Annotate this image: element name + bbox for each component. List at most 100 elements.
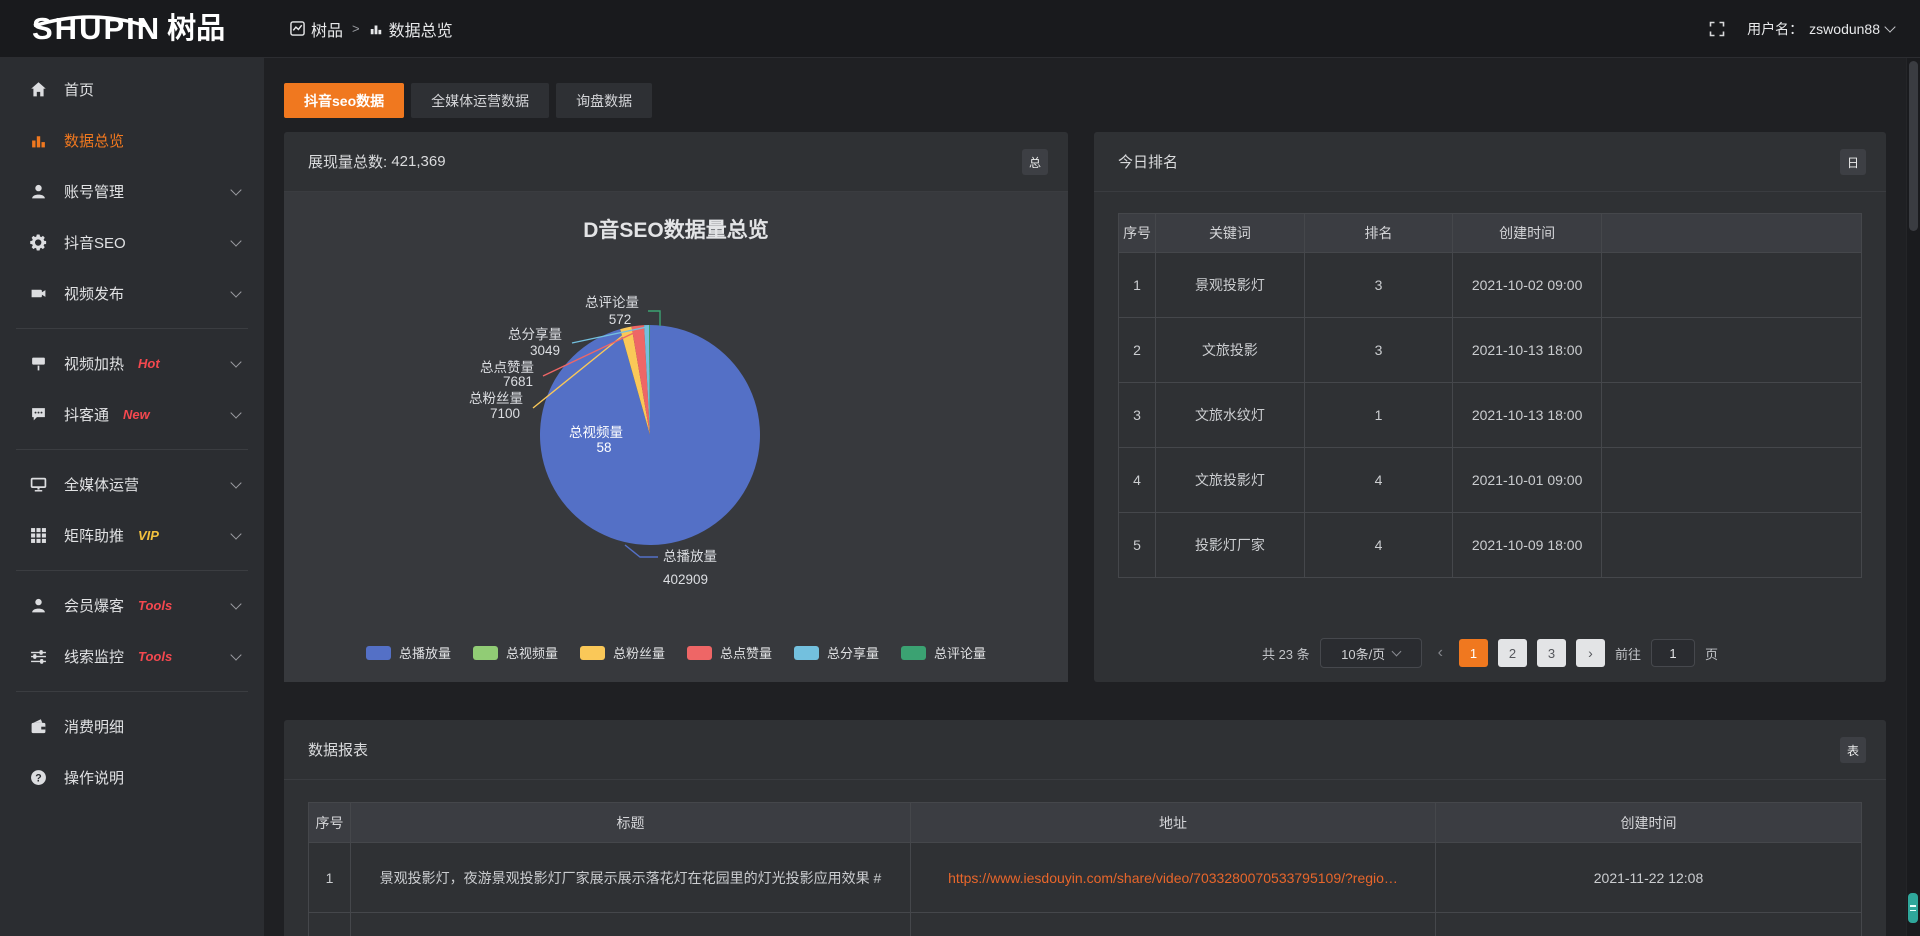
tab-抖音seo数据[interactable]: 抖音seo数据 xyxy=(284,83,404,118)
sidebar-item-badge: Tools xyxy=(138,649,172,664)
breadcrumb-label: 树品 xyxy=(311,17,343,41)
grid-icon xyxy=(30,527,48,545)
sidebar-item-视频加热[interactable]: 视频加热Hot xyxy=(0,338,264,389)
chevron-down-icon xyxy=(230,649,241,660)
question-icon: ? xyxy=(30,769,48,787)
ranking-cell-empty xyxy=(1601,513,1861,578)
goto-suffix-label: 页 xyxy=(1705,644,1718,663)
report-column-标题: 标题 xyxy=(351,803,911,843)
report-cell-empty xyxy=(309,913,351,936)
sidebar-item-label: 矩阵助推 xyxy=(64,525,124,546)
chevron-down-icon xyxy=(230,184,241,195)
legend-item-总播放量[interactable]: 总播放量 xyxy=(366,643,451,662)
page-size-select[interactable]: 10条/页 xyxy=(1320,638,1422,668)
sidebar-item-视频发布[interactable]: 视频发布 xyxy=(0,268,264,319)
chat-icon xyxy=(30,406,48,424)
scrollbar-thumb[interactable] xyxy=(1909,61,1918,231)
sidebar-item-操作说明[interactable]: ? 操作说明 xyxy=(0,752,264,803)
legend-item-总视频量[interactable]: 总视频量 xyxy=(473,643,558,662)
ranking-panel: 今日排名 日 序号关键词排名创建时间1景观投影灯32021-10-02 09:0… xyxy=(1094,132,1886,682)
video-link[interactable]: https://www.iesdouyin.com/share/video/70… xyxy=(948,870,1398,886)
legend-item-总评论量[interactable]: 总评论量 xyxy=(901,643,986,662)
svg-text:?: ? xyxy=(35,772,41,784)
sidebar-item-badge: New xyxy=(123,407,150,422)
goto-label: 前往 xyxy=(1615,644,1641,663)
bar-chart-icon xyxy=(369,22,383,36)
report-cell-empty xyxy=(911,913,1436,936)
ranking-panel-header: 今日排名 日 xyxy=(1094,132,1886,192)
report-cell-empty xyxy=(1436,913,1862,936)
prev-page-button[interactable]: ‹ xyxy=(1432,644,1449,662)
sidebar-item-数据总览[interactable]: 数据总览 xyxy=(0,115,264,166)
table-badge-button[interactable]: 表 xyxy=(1840,737,1866,763)
legend-label: 总评论量 xyxy=(934,643,986,662)
breadcrumb-item-home[interactable]: 树品 xyxy=(290,17,343,41)
legend-swatch xyxy=(901,646,926,660)
legend-label: 总分享量 xyxy=(827,643,879,662)
sidebar-item-账号管理[interactable]: 账号管理 xyxy=(0,166,264,217)
ranking-cell: 3 xyxy=(1304,253,1453,318)
sidebar-item-label: 会员爆客 xyxy=(64,595,124,616)
sidebar-item-会员爆客[interactable]: 会员爆客 Tools xyxy=(0,580,264,631)
sidebar-item-label: 首页 xyxy=(64,79,94,100)
page-button-2[interactable]: 2 xyxy=(1498,639,1527,667)
sidebar-item-label: 视频发布 xyxy=(64,283,124,304)
page-button-1[interactable]: 1 xyxy=(1459,639,1488,667)
tab-全媒体运营数据[interactable]: 全媒体运营数据 xyxy=(411,83,549,118)
total-badge-button[interactable]: 总 xyxy=(1022,149,1048,175)
sidebar-item-抖音SEO[interactable]: 抖音SEO xyxy=(0,217,264,268)
gear-icon xyxy=(30,234,48,252)
goto-page-input[interactable] xyxy=(1651,639,1695,667)
sidebar-item-全媒体运营[interactable]: 全媒体运营 xyxy=(0,459,264,510)
user-menu[interactable]: 用户名：zswodun88 xyxy=(1747,19,1894,39)
report-column-序号: 序号 xyxy=(309,803,351,843)
table-row-empty xyxy=(309,913,1862,936)
ranking-cell: 2021-10-13 18:00 xyxy=(1453,318,1602,383)
next-page-button[interactable]: › xyxy=(1576,639,1605,667)
pie-label-总视频量: 总视频量 xyxy=(569,425,623,440)
breadcrumb-item-current[interactable]: 数据总览 xyxy=(369,17,453,41)
floating-widget[interactable] xyxy=(1908,893,1918,923)
legend-item-总分享量[interactable]: 总分享量 xyxy=(794,643,879,662)
sidebar-divider xyxy=(16,328,248,329)
sidebar-item-线索监控[interactable]: 线索监控 Tools xyxy=(0,631,264,682)
chevron-down-icon xyxy=(230,286,241,297)
table-row: 5投影灯厂家42021-10-09 18:00 xyxy=(1119,513,1862,578)
sidebar-item-label: 抖客通 xyxy=(64,404,109,425)
sidebar-item-首页[interactable]: 首页 xyxy=(0,64,264,115)
sidebar-item-label: 全媒体运营 xyxy=(64,474,139,495)
table-row: 3文旅水纹灯12021-10-13 18:00 xyxy=(1119,383,1862,448)
legend-item-总点赞量[interactable]: 总点赞量 xyxy=(687,643,772,662)
fullscreen-icon[interactable] xyxy=(1709,21,1725,37)
pie-label-总点赞量: 7681 xyxy=(503,374,533,389)
wallet-icon xyxy=(30,718,48,736)
sidebar-item-矩阵助推[interactable]: 矩阵助推VIP xyxy=(0,510,264,561)
chevron-down-icon xyxy=(230,407,241,418)
data-tabs: 抖音seo数据全媒体运营数据询盘数据 xyxy=(284,83,652,118)
ranking-cell: 3 xyxy=(1119,383,1156,448)
tab-询盘数据[interactable]: 询盘数据 xyxy=(556,83,652,118)
app-logo: SHUPIN 树品 xyxy=(0,13,264,44)
ranking-column-序号: 序号 xyxy=(1119,214,1156,253)
page-button-3[interactable]: 3 xyxy=(1537,639,1566,667)
sidebar-divider xyxy=(16,691,248,692)
report-column-地址: 地址 xyxy=(911,803,1436,843)
sidebar-item-label: 账号管理 xyxy=(64,181,124,202)
page-scrollbar[interactable] xyxy=(1906,58,1920,936)
legend-item-总粉丝量[interactable]: 总粉丝量 xyxy=(580,643,665,662)
sidebar-item-消费明细[interactable]: 消费明细 xyxy=(0,701,264,752)
legend-swatch xyxy=(366,646,391,660)
ranking-cell: 2021-10-02 09:00 xyxy=(1453,253,1602,318)
pie-label-总分享量: 总分享量 xyxy=(508,326,562,342)
report-column-创建时间: 创建时间 xyxy=(1436,803,1862,843)
day-badge-button[interactable]: 日 xyxy=(1840,149,1866,175)
top-header-bar: SHUPIN 树品 树品 > 数据总览 用户名：zswodun88 xyxy=(0,0,1920,58)
legend-swatch xyxy=(794,646,819,660)
sidebar-item-抖客通[interactable]: 抖客通 New xyxy=(0,389,264,440)
pie-label-总视频量: 58 xyxy=(596,440,611,455)
sidebar-item-label: 操作说明 xyxy=(64,767,124,788)
sidebar-item-label: 数据总览 xyxy=(64,130,124,151)
pie-label-总粉丝量: 总粉丝量 xyxy=(469,391,523,406)
sidebar-item-label: 线索监控 xyxy=(64,646,124,667)
sidebar-item-badge: Tools xyxy=(138,598,172,613)
